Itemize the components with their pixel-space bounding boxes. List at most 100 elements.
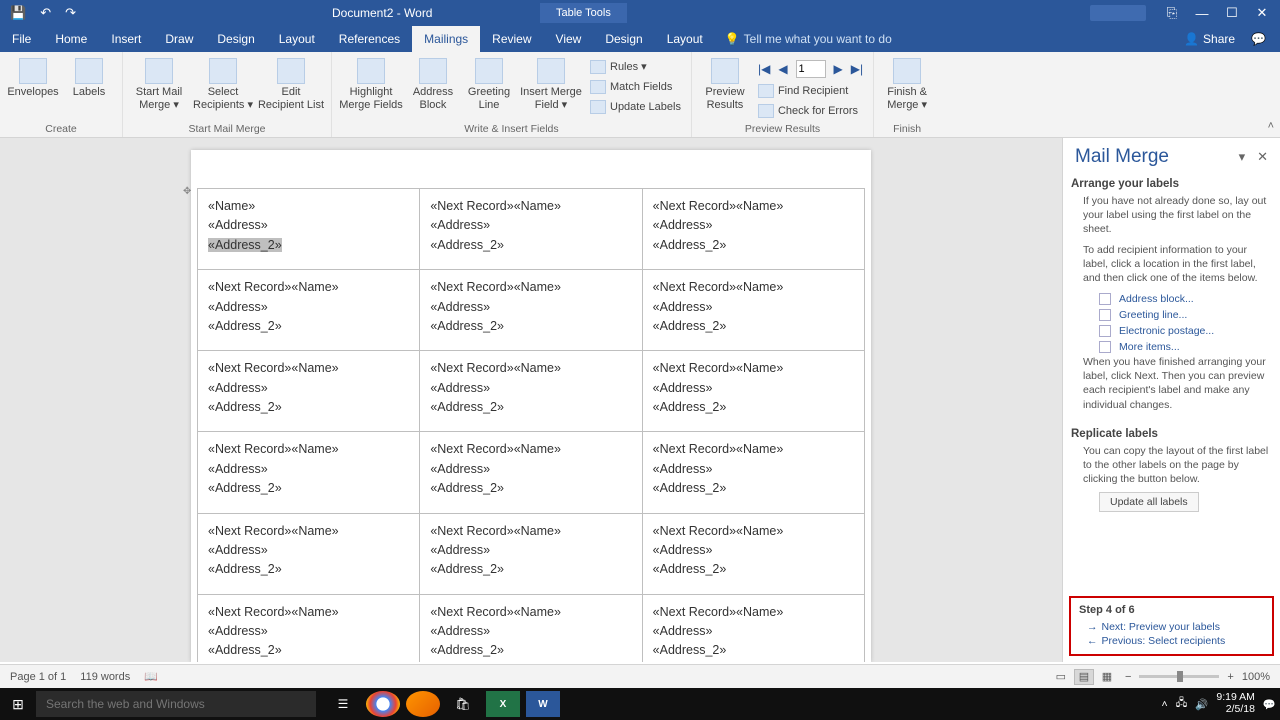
read-mode-icon[interactable]: ▭ [1051, 669, 1071, 685]
check-icon [758, 104, 774, 118]
label-cell[interactable]: «Next Record»«Name»«Address»«Address_2» [642, 432, 864, 513]
maximize-icon[interactable]: ☐ [1220, 5, 1244, 21]
zoom-in-icon[interactable]: + [1227, 671, 1233, 683]
tab-table-design[interactable]: Design [593, 26, 654, 52]
comments-icon[interactable]: 💬 [1251, 32, 1266, 46]
volume-icon[interactable]: 🔊 [1195, 698, 1208, 711]
tab-layout[interactable]: Layout [267, 26, 327, 52]
first-record-icon[interactable]: |◀ [758, 62, 770, 76]
tab-design[interactable]: Design [205, 26, 266, 52]
update-all-labels-button[interactable]: Update all labels [1099, 492, 1199, 512]
labels-button[interactable]: Labels [62, 56, 116, 99]
tab-file[interactable]: File [0, 26, 43, 52]
label-cell[interactable]: «Next Record»«Name»«Address»«Address_2» [420, 270, 642, 351]
redo-icon[interactable]: ↷ [65, 5, 76, 21]
address-block-button[interactable]: Address Block [406, 56, 460, 111]
print-layout-icon[interactable]: ▤ [1074, 669, 1094, 685]
prev-step-link[interactable]: ←Previous: Select recipients [1079, 634, 1264, 648]
rules-button[interactable]: Rules ▾ [586, 58, 685, 76]
word-count[interactable]: 119 words [80, 671, 130, 683]
tell-me[interactable]: 💡 Tell me what you want to do [715, 26, 892, 52]
start-mail-merge-button[interactable]: Start Mail Merge ▾ [129, 56, 189, 111]
firefox-icon[interactable] [406, 691, 440, 717]
windows-search-input[interactable] [36, 691, 316, 717]
pane-close-icon[interactable]: ✕ [1257, 149, 1268, 165]
prev-record-icon[interactable]: ◀ [778, 62, 787, 76]
page-indicator[interactable]: Page 1 of 1 [10, 671, 66, 683]
tab-table-layout[interactable]: Layout [655, 26, 715, 52]
label-cell[interactable]: «Next Record»«Name»«Address»«Address_2» [198, 594, 420, 662]
zoom-level[interactable]: 100% [1242, 671, 1270, 683]
label-cell[interactable]: «Next Record»«Name»«Address»«Address_2» [642, 594, 864, 662]
user-account[interactable] [1090, 5, 1146, 21]
word-icon[interactable]: W [526, 691, 560, 717]
label-cell[interactable]: «Next Record»«Name»«Address»«Address_2» [420, 513, 642, 594]
insert-merge-field-button[interactable]: Insert Merge Field ▾ [518, 56, 584, 111]
mailmerge-icon [145, 58, 173, 84]
label-cell[interactable]: «Next Record»«Name»«Address»«Address_2» [198, 270, 420, 351]
next-record-icon[interactable]: ▶ [834, 62, 843, 76]
more-items-link[interactable]: More items... [1071, 339, 1272, 355]
spellcheck-icon[interactable]: 📖 [144, 670, 158, 683]
save-icon[interactable]: 💾 [10, 5, 26, 21]
collapse-ribbon-icon[interactable]: ˄ [1268, 120, 1274, 132]
last-record-icon[interactable]: ▶| [851, 62, 863, 76]
preview-results-button[interactable]: Preview Results [698, 56, 752, 111]
web-layout-icon[interactable]: ▦ [1097, 669, 1117, 685]
network-icon[interactable]: 🖧 [1176, 695, 1188, 713]
label-cell[interactable]: «Next Record»«Name»«Address»«Address_2» [642, 513, 864, 594]
tab-view[interactable]: View [544, 26, 594, 52]
find-recipient-button[interactable]: Find Recipient [754, 82, 867, 100]
zoom-out-icon[interactable]: − [1125, 671, 1131, 683]
next-step-link[interactable]: →Next: Preview your labels [1079, 620, 1264, 634]
address-block-link[interactable]: Address block... [1071, 291, 1272, 307]
label-cell[interactable]: «Name»«Address»«Address_2» [198, 189, 420, 270]
label-cell[interactable]: «Next Record»«Name»«Address»«Address_2» [420, 189, 642, 270]
update-labels-button[interactable]: Update Labels [586, 98, 685, 116]
minimize-icon[interactable]: — [1190, 6, 1214, 21]
label-cell[interactable]: «Next Record»«Name»«Address»«Address_2» [198, 351, 420, 432]
tab-draw[interactable]: Draw [153, 26, 205, 52]
ribbon-options-icon[interactable]: ⎘ [1160, 5, 1184, 21]
start-button[interactable]: ⊞ [0, 696, 36, 713]
share-button[interactable]: 👤 Share [1184, 32, 1235, 46]
label-cell[interactable]: «Next Record»«Name»«Address»«Address_2» [420, 594, 642, 662]
label-cell[interactable]: «Next Record»«Name»«Address»«Address_2» [198, 432, 420, 513]
clock[interactable]: 9:19 AM 2/5/18 [1216, 692, 1255, 715]
finish-merge-button[interactable]: Finish & Merge ▾ [880, 56, 934, 111]
label-cell[interactable]: «Next Record»«Name»«Address»«Address_2» [642, 351, 864, 432]
undo-icon[interactable]: ↶ [40, 5, 51, 21]
pane-options-icon[interactable]: ▾ [1239, 149, 1246, 165]
electronic-postage-link[interactable]: Electronic postage... [1071, 323, 1272, 339]
store-icon[interactable]: 🛍 [446, 691, 480, 717]
page[interactable]: ✥ «Name»«Address»«Address_2»«Next Record… [191, 150, 871, 662]
edit-recipient-list-button[interactable]: Edit Recipient List [257, 56, 325, 111]
tray-overflow-icon[interactable]: ˄ [1161, 698, 1167, 710]
highlight-merge-fields-button[interactable]: Highlight Merge Fields [338, 56, 404, 111]
label-cell[interactable]: «Next Record»«Name»«Address»«Address_2» [642, 270, 864, 351]
excel-icon[interactable]: X [486, 691, 520, 717]
greeting-line-link[interactable]: Greeting line... [1071, 307, 1272, 323]
label-cell[interactable]: «Next Record»«Name»«Address»«Address_2» [420, 351, 642, 432]
envelopes-button[interactable]: Envelopes [6, 56, 60, 99]
greeting-line-button[interactable]: Greeting Line [462, 56, 516, 111]
table-anchor-icon[interactable]: ✥ [183, 186, 191, 197]
select-recipients-button[interactable]: Select Recipients ▾ [191, 56, 255, 111]
label-cell[interactable]: «Next Record»«Name»«Address»«Address_2» [198, 513, 420, 594]
notifications-icon[interactable]: 💬 [1263, 698, 1276, 711]
chrome-icon[interactable] [366, 691, 400, 717]
label-cell[interactable]: «Next Record»«Name»«Address»«Address_2» [642, 189, 864, 270]
close-icon[interactable]: ✕ [1250, 5, 1274, 21]
record-number-input[interactable] [796, 60, 826, 78]
tab-home[interactable]: Home [43, 26, 99, 52]
match-fields-button[interactable]: Match Fields [586, 78, 685, 96]
tab-insert[interactable]: Insert [99, 26, 153, 52]
tab-mailings[interactable]: Mailings [412, 26, 480, 52]
check-errors-button[interactable]: Check for Errors [754, 102, 867, 120]
label-cell[interactable]: «Next Record»«Name»«Address»«Address_2» [420, 432, 642, 513]
tab-review[interactable]: Review [480, 26, 543, 52]
zoom-slider[interactable] [1139, 675, 1219, 678]
labels-table[interactable]: «Name»«Address»«Address_2»«Next Record»«… [197, 188, 865, 662]
task-view-icon[interactable]: ☰ [326, 691, 360, 717]
tab-references[interactable]: References [327, 26, 412, 52]
